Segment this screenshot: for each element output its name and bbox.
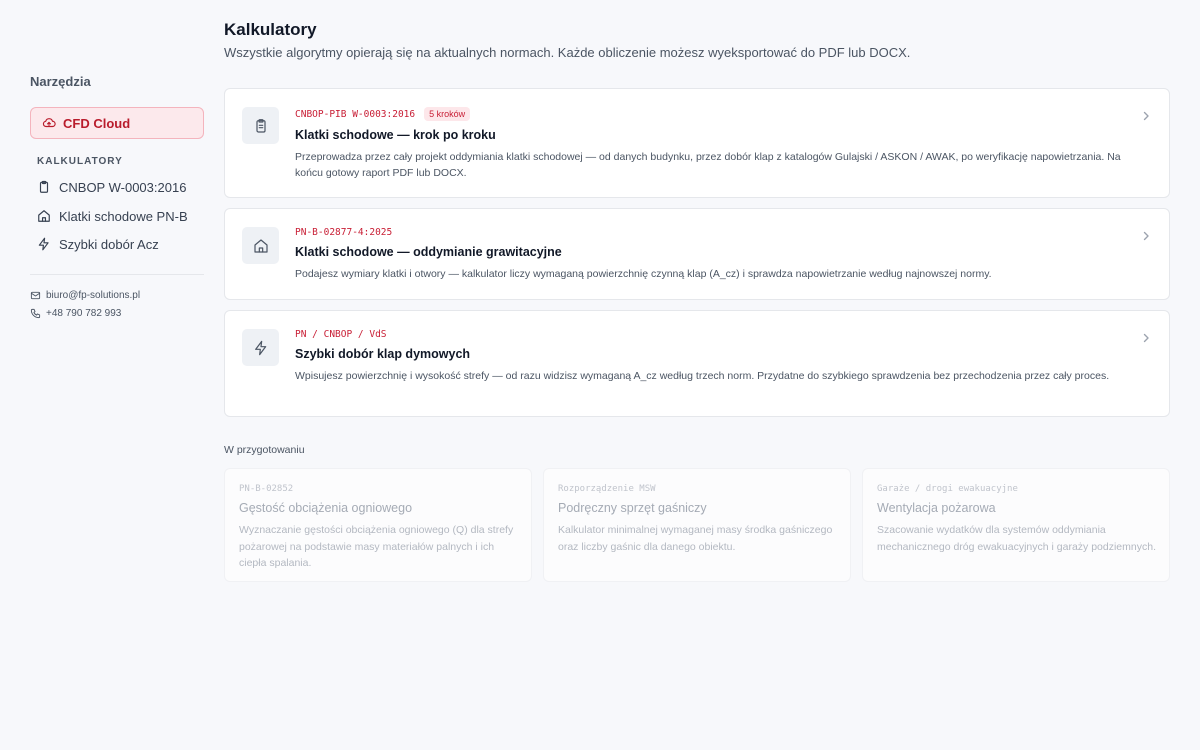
phone-text: +48 790 782 993 [46,308,122,319]
calculator-card-cnbop[interactable]: CNBOP-PIB W-0003:2016 5 kroków Klatki sc… [224,88,1170,198]
sidebar-divider [30,274,204,275]
prep-card-ventilation: Garaże / drogi ewakuacyjne Wentylacja po… [862,468,1170,582]
chevron-right-icon [1141,111,1151,121]
calculator-card-pnb[interactable]: PN-B-02877-4:2025 Klatki schodowe — oddy… [224,208,1170,300]
card-code: PN-B-02877-4:2025 [295,227,393,238]
phone-icon [30,308,41,319]
lightning-icon [242,329,279,366]
card-code: CNBOP-PIB W-0003:2016 5 kroków [295,107,471,121]
prep-card-extinguishers: Rozporządzenie MSW Podręczny sprzęt gaśn… [543,468,851,582]
prep-card-description: Kalkulator minimalnej wymaganej masy śro… [558,524,833,553]
contact-email[interactable]: biuro@fp-solutions.pl [30,290,140,301]
in-preparation-heading: W przygotowaniu [224,444,305,456]
lightning-icon [37,237,51,251]
prep-card-description: Wyznaczanie gęstości obciążenia ognioweg… [239,524,514,569]
clipboard-icon [242,107,279,144]
sidebar-section-label: KALKULATORY [37,156,123,167]
cfd-cloud-button[interactable]: CFD Cloud [30,107,204,139]
sidebar-item-label: Szybki dobór Acz [59,236,159,252]
clipboard-icon [37,180,51,194]
card-description: Przeprowadza przez cały projekt oddymian… [295,151,1121,179]
email-text: biuro@fp-solutions.pl [46,290,141,301]
steps-badge: 5 kroków [424,107,471,121]
prep-card-description: Szacowanie wydatków dla systemów oddymia… [877,524,1156,553]
prep-card-title: Wentylacja pożarowa [877,501,996,515]
sidebar-item-cnbop[interactable]: CNBOP W-0003:2016 [37,176,204,198]
sidebar-item-label: Klatki schodowe PN-B [59,208,188,224]
chevron-right-icon [1141,333,1151,343]
page-title: Kalkulatory [224,20,317,39]
home-icon [37,209,51,223]
prep-card-title: Podręczny sprzęt gaśniczy [558,501,707,515]
card-code-text: CNBOP-PIB W-0003:2016 [295,108,416,120]
card-description: Podajesz wymiary klatki i otwory — kalku… [295,268,992,280]
prep-card-fire-load: PN-B-02852 Gęstość obciążenia ogniowego … [224,468,532,582]
chevron-right-icon [1141,231,1151,241]
mail-icon [30,290,41,301]
prep-card-code: Garaże / drogi ewakuacyjne [877,484,1018,494]
calculator-card-quick[interactable]: PN / CNBOP / VdS Szybki dobór klap dymow… [224,310,1170,417]
card-title: Szybki dobór klap dymowych [295,347,471,361]
sidebar-item-szybki[interactable]: Szybki dobór Acz [37,233,204,255]
card-title: Klatki schodowe — oddymianie grawitacyjn… [295,245,562,259]
card-description: Wpisujesz powierzchnię i wysokość strefy… [295,370,1110,382]
cloud-upload-icon [42,116,56,130]
sidebar-heading: Narzędzia [30,74,91,89]
prep-card-code: PN-B-02852 [239,484,294,494]
card-title: Klatki schodowe — krok po kroku [295,128,496,142]
prep-card-code: Rozporządzenie MSW [558,484,656,494]
contact-phone[interactable]: +48 790 782 993 [30,308,121,319]
sidebar-item-label: CNBOP W-0003:2016 [59,179,187,195]
prep-card-title: Gęstość obciążenia ogniowego [239,501,413,515]
card-code: PN / CNBOP / VdS [295,329,387,340]
cfd-cloud-label: CFD Cloud [63,115,131,131]
page-subtitle: Wszystkie algorytmy opierają się na aktu… [224,45,911,60]
home-icon [242,227,279,264]
sidebar-item-klatki[interactable]: Klatki schodowe PN-B [37,205,204,227]
